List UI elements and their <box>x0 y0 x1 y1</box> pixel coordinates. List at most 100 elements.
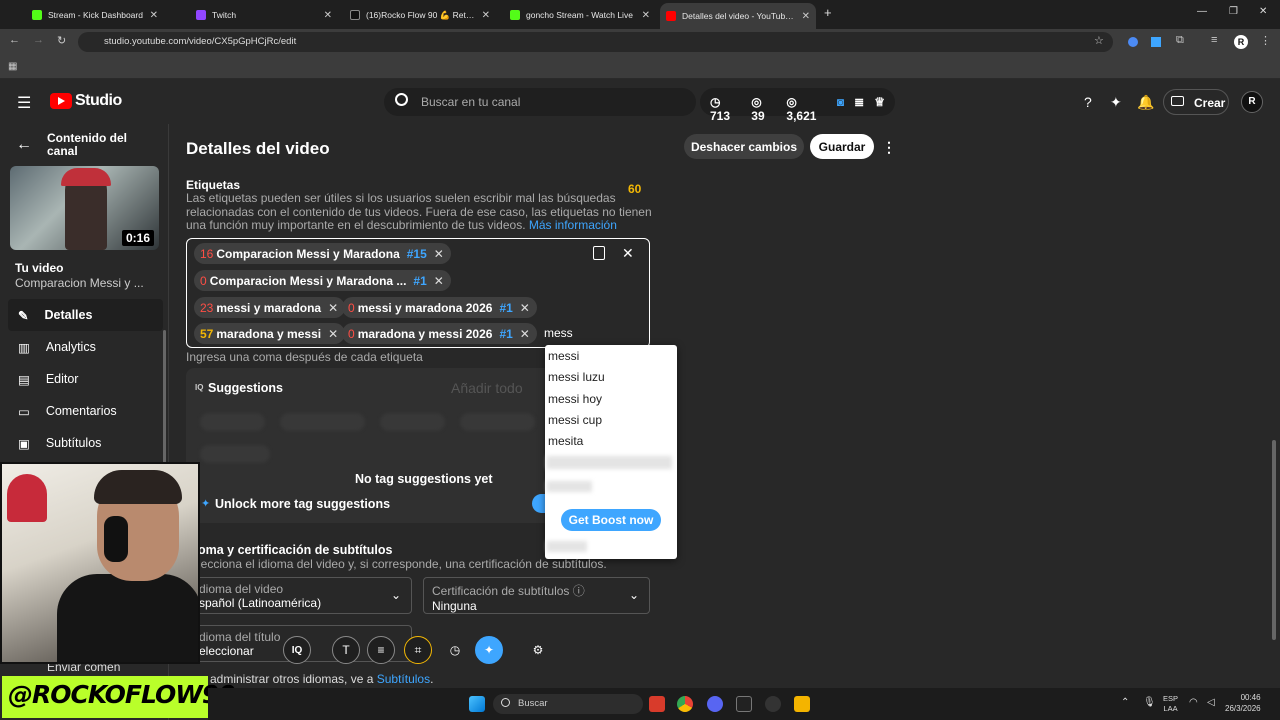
studio-logo[interactable]: Studio <box>75 92 122 110</box>
taskbar-search[interactable]: Buscar <box>493 694 643 714</box>
capcut-icon[interactable] <box>736 696 752 712</box>
file-explorer-icon[interactable] <box>794 696 810 712</box>
browser-tab-kick[interactable]: Stream - Kick Dashboard ✕ <box>26 3 164 27</box>
more-info-link[interactable]: Más información <box>529 218 617 232</box>
back-icon[interactable]: ← <box>9 34 20 46</box>
tag-chip[interactable]: 23 messi y maradona ✕ <box>194 297 346 318</box>
channel-stats[interactable]: ◷ 713 ◎ 39 ◎ 3,621 ◙ ≣ ♕ <box>700 88 895 123</box>
sidebar-item-analytics[interactable]: ▥ Analytics <box>8 331 163 363</box>
iq-tool-icon[interactable]: IQ <box>283 636 311 664</box>
channel-search-input[interactable]: Buscar en tu canal <box>384 88 696 116</box>
obs-icon[interactable] <box>765 696 781 712</box>
volume-icon[interactable]: ◁ <box>1207 697 1215 708</box>
forward-icon[interactable]: → <box>33 34 44 46</box>
subtitles-icon: ▣ <box>18 436 30 451</box>
tag-chip[interactable]: 16 Comparacion Messi y Maradona #15 ✕ <box>194 243 451 264</box>
close-icon[interactable]: ✕ <box>324 10 332 21</box>
add-all-button[interactable]: Añadir todo <box>451 380 523 396</box>
more-options-icon[interactable]: ⋮ <box>882 139 896 156</box>
language-indicator[interactable]: ESP LAA <box>1163 694 1178 714</box>
discord-icon[interactable] <box>707 696 723 712</box>
close-icon[interactable]: ✕ <box>642 10 650 21</box>
remove-tag-icon[interactable]: ✕ <box>328 301 338 315</box>
stat-subs: ◎ 3,621 <box>786 95 817 123</box>
autocomplete-option[interactable]: messi cup <box>548 413 602 427</box>
sidebar-item-editor[interactable]: ▤ Editor <box>8 363 163 395</box>
maximize-icon[interactable]: ❐ <box>1229 6 1238 17</box>
autocomplete-option[interactable]: mesita <box>548 434 583 448</box>
remove-tag-icon[interactable]: ✕ <box>328 327 338 341</box>
chrome-icon[interactable] <box>677 696 693 712</box>
bookmark-star-icon[interactable]: ☆ <box>1094 34 1104 47</box>
autocomplete-option[interactable]: messi <box>548 349 579 363</box>
browser-tab-twitch[interactable]: Twitch ✕ <box>190 3 338 27</box>
taskbar-clock[interactable]: 00:46 26/3/2026 <box>1225 692 1261 714</box>
browser-tab-goncho[interactable]: goncho Stream - Watch Live ✕ <box>504 3 656 27</box>
menu-dots-icon[interactable]: ⋮ <box>1260 34 1271 47</box>
caption-certification-select[interactable]: Certificación de subtítulos ⓘ Ninguna ⌄ <box>423 577 650 614</box>
iq-icon: ◙ <box>836 95 845 109</box>
copy-icon[interactable] <box>593 246 605 260</box>
undo-changes-button[interactable]: Deshacer cambios <box>684 134 804 159</box>
tag-text-input[interactable]: mess <box>544 326 573 340</box>
help-icon[interactable]: ? <box>1084 94 1092 110</box>
get-boost-button[interactable]: Get Boost now <box>561 509 661 531</box>
browser-tab-studio[interactable]: Detalles del video - YouTube Studio✕ <box>660 3 816 29</box>
sidebar-item-detalles[interactable]: ✎ Detalles <box>8 299 163 331</box>
apps-grid-icon[interactable]: ▦ <box>8 61 17 72</box>
remove-tag-icon[interactable]: ✕ <box>434 274 444 288</box>
tag-chip[interactable]: 0 Comparacion Messi y Maradona ... #1 ✕ <box>194 270 451 291</box>
extension-icon[interactable] <box>1151 37 1161 47</box>
close-icon[interactable]: ✕ <box>150 10 158 21</box>
window-close-icon[interactable]: ✕ <box>1259 6 1267 17</box>
url-bar[interactable]: studio.youtube.com/video/CX5pGpHCjRc/edi… <box>78 32 1113 52</box>
windows-start-icon[interactable] <box>469 696 485 712</box>
blurred-option <box>547 541 587 552</box>
back-arrow-icon[interactable]: ← <box>16 136 32 154</box>
tags-tool-icon[interactable]: ⌗ <box>404 636 432 664</box>
video-language-select[interactable]: dioma del video spañol (Latinoamérica) ⌄ <box>190 577 412 614</box>
channel-content-link[interactable]: Contenido del canal <box>47 132 147 158</box>
autocomplete-option[interactable]: messi luzu <box>548 370 605 384</box>
youtube-logo-icon[interactable] <box>50 93 72 109</box>
reload-icon[interactable]: ↻ <box>57 34 66 47</box>
text-tool-icon[interactable]: T <box>332 636 360 664</box>
new-tab-icon[interactable]: + <box>824 5 832 20</box>
extensions-puzzle-icon[interactable]: ⧉ <box>1176 34 1184 47</box>
page-scrollbar[interactable] <box>1272 440 1276 640</box>
browser-tab-tiktok[interactable]: (16)Rocko Flow 90 💪 Reto 365 ✕ <box>344 3 496 27</box>
profile-avatar[interactable]: R <box>1234 35 1248 49</box>
tag-chip[interactable]: 57 maradona y messi ✕ <box>194 323 346 344</box>
autocomplete-option[interactable]: messi hoy <box>548 392 602 406</box>
close-icon[interactable]: ✕ <box>482 10 490 21</box>
channel-avatar[interactable]: R <box>1241 91 1263 113</box>
subtitles-link[interactable]: Subtítulos <box>377 672 430 686</box>
clear-tags-icon[interactable]: ✕ <box>622 245 634 262</box>
tag-chip[interactable]: 0 messi y maradona 2026 #1 ✕ <box>342 297 537 318</box>
minimize-icon[interactable]: — <box>1197 6 1207 17</box>
tag-chip[interactable]: 0 maradona y messi 2026 #1 ✕ <box>342 323 537 344</box>
tray-chevron-icon[interactable]: ⌃ <box>1121 697 1129 708</box>
save-button[interactable]: Guardar <box>810 134 874 159</box>
sidebar-item-comentarios[interactable]: ▭ Comentarios <box>8 395 163 427</box>
taskbar-app-icon[interactable] <box>649 696 665 712</box>
ai-sparkle-tool-icon[interactable]: ✦ <box>475 636 503 664</box>
wifi-icon[interactable]: ◠ <box>1189 697 1198 708</box>
remove-tag-icon[interactable]: ✕ <box>520 301 530 315</box>
close-icon[interactable]: ✕ <box>802 11 810 22</box>
sparkle-icon: ✦ <box>201 498 211 510</box>
extension-icon[interactable] <box>1128 37 1138 47</box>
reading-list-icon[interactable]: ≡ <box>1211 34 1217 46</box>
description-tool-icon[interactable]: ≡ <box>367 636 395 664</box>
remove-tag-icon[interactable]: ✕ <box>520 327 530 341</box>
sidebar-item-subtitulos[interactable]: ▣ Subtítulos <box>8 427 163 459</box>
remove-tag-icon[interactable]: ✕ <box>434 247 444 261</box>
clock-tool-icon[interactable]: ◷ <box>441 636 469 664</box>
notifications-bell-icon[interactable]: 🔔 <box>1137 94 1154 111</box>
microphone-icon[interactable]: 🎙 <box>1143 697 1156 708</box>
sparkle-icon[interactable]: ✦ <box>1110 94 1122 111</box>
chevron-down-icon: ⌄ <box>390 588 401 602</box>
settings-gear-icon[interactable]: ⚙ <box>524 636 552 664</box>
hamburger-menu-icon[interactable]: ☰ <box>17 93 31 113</box>
iq-logo-icon: IQ <box>195 383 204 392</box>
